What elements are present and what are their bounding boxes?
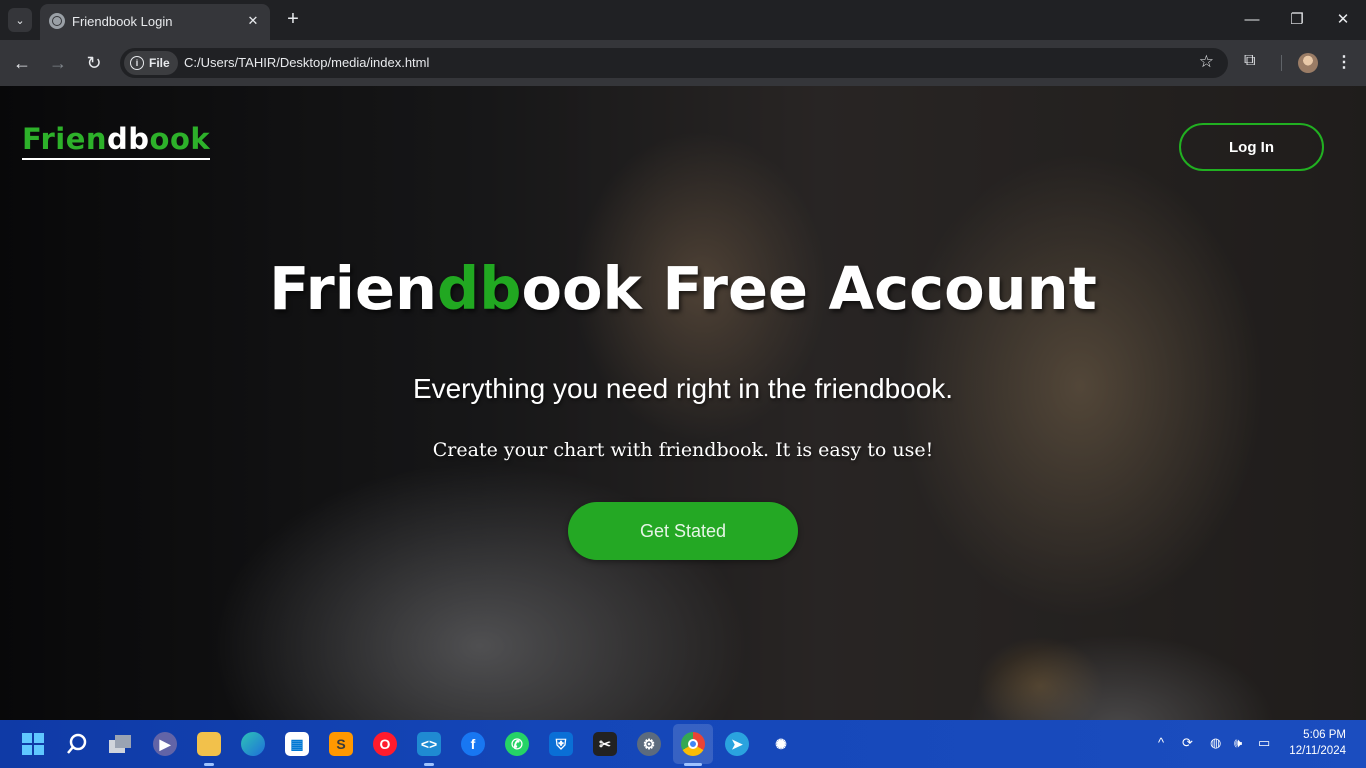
page-title: Friendbook Free Account [0, 254, 1366, 323]
settings-icon[interactable]: ⚙ [637, 732, 661, 756]
clock-time[interactable]: 5:06 PM [1303, 729, 1346, 741]
close-tab-icon[interactable]: ✕ [244, 12, 262, 30]
bookmark-star-icon[interactable]: ☆ [1199, 52, 1214, 72]
battery-icon[interactable]: ▭ [1258, 735, 1270, 751]
volume-icon[interactable]: 🕪 [1234, 735, 1242, 751]
start-icon[interactable] [21, 732, 45, 756]
task-view-icon[interactable] [109, 732, 133, 756]
reload-icon[interactable]: ↻ [82, 51, 106, 75]
teams-icon[interactable]: ▶ [153, 732, 177, 756]
defender-icon[interactable]: ⛨ [549, 732, 573, 756]
search-icon[interactable] [65, 732, 89, 756]
login-button[interactable]: Log In [1179, 123, 1324, 171]
title-part-3: ook Free Account [521, 254, 1097, 323]
logo-part-2: db [107, 122, 150, 156]
hero-section: Friendbook Log In Friendbook Free Accoun… [0, 86, 1366, 720]
sublime-text-icon[interactable]: S [329, 732, 353, 756]
info-icon: i [130, 56, 144, 70]
minimize-icon[interactable]: — [1237, 8, 1267, 32]
telegram-icon[interactable]: ➤ [725, 732, 749, 756]
new-tab-icon[interactable]: + [283, 8, 303, 30]
logo-part-1: Frien [22, 122, 108, 156]
site-info-chip[interactable]: i File [124, 51, 178, 75]
more-menu-icon[interactable]: ⋮ [1336, 52, 1352, 72]
browser-toolbar: ← → ↻ i File C:/Users/TAHIR/Desktop/medi… [0, 40, 1366, 86]
running-indicator [204, 763, 214, 766]
vscode-icon[interactable]: <> [417, 732, 441, 756]
back-icon[interactable]: ← [10, 51, 34, 75]
facebook-icon[interactable]: f [461, 732, 485, 756]
file-explorer-icon[interactable] [197, 732, 221, 756]
tagline: Create your chart with friendbook. It is… [432, 439, 934, 461]
taskbar: ▶ ▦ S O <> f ✆ ⛨ ✂ ⚙ ➤ ✺ ^ ⟳ ◍ 🕪 ▭ 5:06 … [0, 720, 1366, 768]
clock-date[interactable]: 12/11/2024 [1289, 745, 1346, 757]
globe-icon [49, 13, 65, 29]
title-part-2: db [437, 254, 522, 323]
tab-bar: ⌄ Friendbook Login ✕ + — ❐ ✕ [0, 0, 1366, 40]
profile-avatar[interactable] [1298, 53, 1318, 73]
logo-part-3: ook [149, 122, 211, 156]
window-close-icon[interactable]: ✕ [1328, 8, 1358, 32]
edge-icon[interactable] [241, 732, 265, 756]
get-started-button[interactable]: Get Stated [568, 502, 798, 560]
url-text[interactable]: C:/Users/TAHIR/Desktop/media/index.html [184, 55, 429, 70]
whatsapp-icon[interactable]: ✆ [505, 732, 529, 756]
subheading: Everything you need right in the friendb… [412, 373, 954, 404]
forward-icon[interactable]: → [46, 51, 70, 75]
network-globe-icon[interactable]: ◍ [1210, 735, 1221, 751]
capcut-icon[interactable]: ✂ [593, 732, 617, 756]
title-part-1: Frien [269, 254, 437, 323]
running-indicator [684, 763, 702, 766]
browser-tab[interactable]: Friendbook Login ✕ [40, 4, 270, 40]
chrome-icon[interactable] [681, 732, 705, 756]
show-hidden-icons-icon[interactable]: ^ [1158, 735, 1164, 750]
running-indicator [424, 763, 434, 766]
tab-title: Friendbook Login [72, 14, 173, 29]
url-chip-label: File [149, 56, 170, 70]
store-icon[interactable]: ▦ [285, 732, 309, 756]
restore-icon[interactable]: ❐ [1282, 8, 1312, 32]
opera-icon[interactable]: O [373, 732, 397, 756]
tab-search-icon[interactable]: ⌄ [8, 8, 32, 32]
extensions-icon[interactable]: ⧉ [1244, 52, 1262, 70]
sync-icon[interactable]: ⟳ [1182, 735, 1193, 751]
address-bar[interactable]: i File C:/Users/TAHIR/Desktop/media/inde… [120, 48, 1228, 78]
toolbar-divider [1281, 55, 1282, 71]
friendbook-logo[interactable]: Friendbook [22, 122, 211, 160]
chatgpt-icon[interactable]: ✺ [769, 732, 793, 756]
